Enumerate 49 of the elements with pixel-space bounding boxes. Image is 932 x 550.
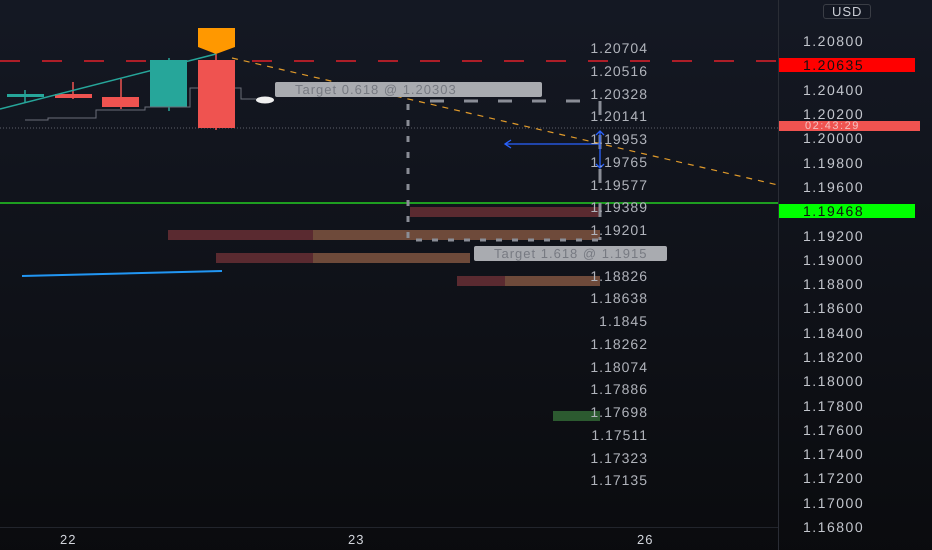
price-tick: 1.20200	[803, 106, 864, 122]
candlestick	[55, 82, 92, 99]
date-label: 26	[637, 532, 654, 547]
price-tick: 1.17600	[803, 422, 864, 438]
price-tick: 1.18000	[803, 373, 864, 390]
date-label: 23	[348, 532, 364, 547]
level-label: 1.1845	[599, 313, 648, 331]
candlestick	[7, 90, 44, 103]
level-label: 1.17511	[591, 426, 648, 445]
level-label: 1.20516	[590, 62, 648, 81]
currency-label[interactable]: USD	[823, 4, 872, 19]
level-label: 1.20328	[590, 86, 648, 104]
price-tick: 1.20800	[803, 33, 864, 50]
price-tick: 1.18400	[803, 324, 864, 341]
price-tick: 1.18200	[803, 349, 864, 365]
price-tick: 1.18800	[803, 276, 864, 292]
price-tick: 1.17200	[803, 470, 864, 486]
level-label: 1.18262	[590, 336, 648, 354]
price-tick: 1.19800	[803, 154, 864, 171]
step-line	[234, 88, 256, 100]
price-tick: 1.19200	[803, 228, 864, 244]
level-label: 1.18826	[590, 268, 648, 286]
date-label: 22	[60, 532, 76, 547]
price-tick: 1.20000	[803, 130, 864, 146]
price-tick: 1.18600	[803, 300, 864, 316]
level-label: 1.20704	[590, 40, 648, 58]
marker-dot	[256, 96, 274, 104]
price-tick: 1.19600	[803, 178, 864, 195]
level-label: 1.20141	[590, 108, 648, 126]
price-tick: 1.20400	[803, 82, 864, 98]
price-tick: 1.17000	[803, 494, 864, 511]
countdown-badge: 02:43:29	[779, 121, 920, 131]
level-label: 1.17135	[590, 472, 648, 490]
price-tick: 1.17400	[803, 446, 864, 462]
level-label: 1.18074	[590, 358, 648, 376]
level-label: 1.19577	[590, 176, 648, 194]
level-label: 1.18638	[590, 290, 648, 308]
level-label: 1.17323	[590, 450, 648, 468]
price-badge: 1.20635	[779, 58, 915, 72]
candlestick	[150, 58, 187, 111]
level-label: 1.19201	[590, 222, 648, 240]
price-tick: 1.19000	[803, 252, 864, 268]
candlestick	[102, 79, 139, 109]
level-label: 1.17886	[590, 381, 648, 400]
level-label: 1.17698	[590, 404, 648, 422]
signal-marker-icon	[198, 28, 235, 54]
price-badge: 1.19468	[779, 204, 915, 218]
price-tick: 1.16800	[803, 519, 864, 536]
price-tick: 1.17800	[803, 398, 864, 414]
